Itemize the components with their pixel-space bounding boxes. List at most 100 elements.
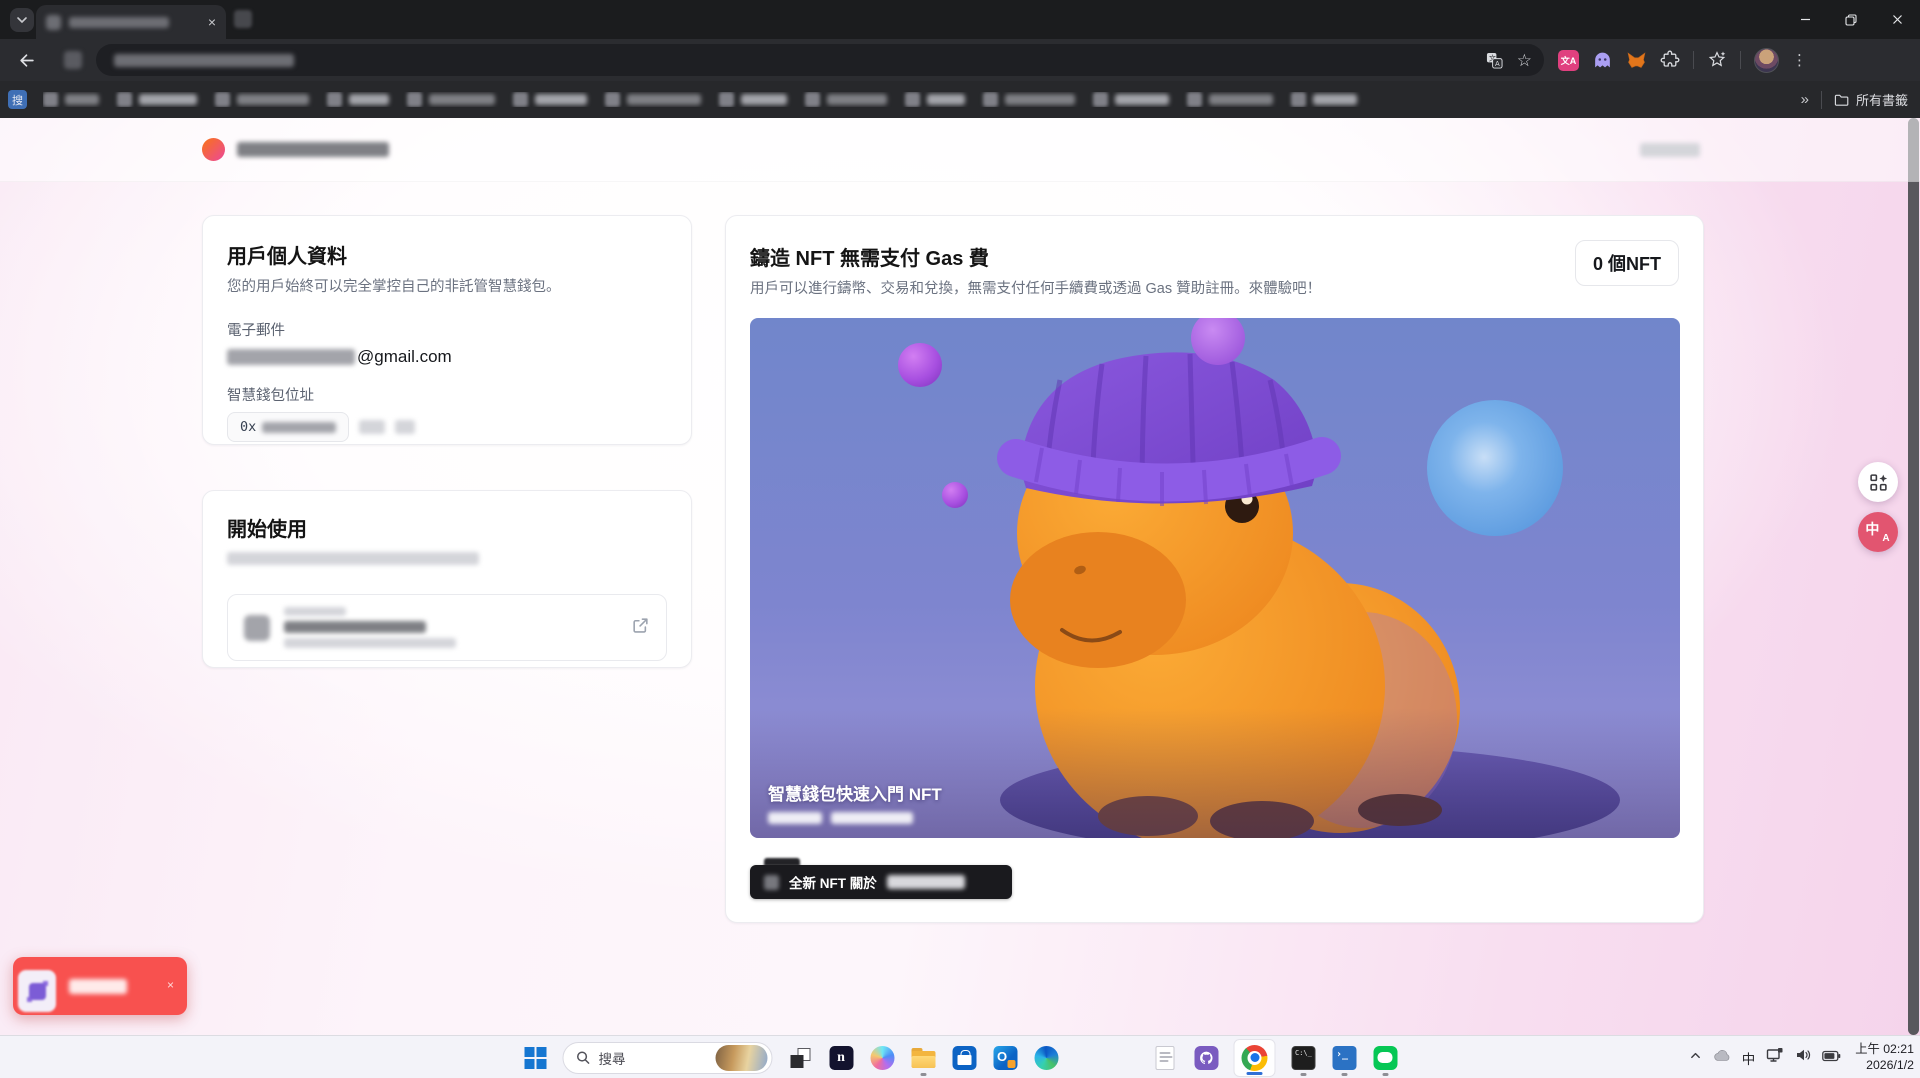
notification-toast[interactable]: × xyxy=(13,957,187,1015)
tab-close-icon[interactable]: × xyxy=(208,15,216,29)
volume-icon[interactable] xyxy=(1795,1048,1811,1067)
onedrive-icon[interactable] xyxy=(1713,1049,1731,1067)
outlook-icon xyxy=(993,1046,1017,1070)
task-view-button[interactable] xyxy=(787,1038,814,1078)
nft-card-title: 鑄造 NFT 無需支付 Gas 費 xyxy=(750,242,1679,271)
powershell-icon: ›_ xyxy=(1332,1046,1356,1070)
tray-clock[interactable]: 上午 02:21 2026/1/2 xyxy=(1855,1042,1914,1074)
all-bookmarks-button[interactable]: 所有書籤 xyxy=(1834,90,1908,109)
overlay-title: 智慧錢包快速入門 NFT xyxy=(768,780,942,805)
bookmark-item[interactable] xyxy=(1291,92,1357,107)
taskbar-store[interactable] xyxy=(951,1038,978,1078)
battery-icon[interactable] xyxy=(1822,1049,1841,1067)
toolbar-separator xyxy=(1693,51,1694,69)
get-started-list-item[interactable] xyxy=(227,594,667,661)
translate-icon: 中A xyxy=(1867,522,1888,542)
bookmark-item[interactable] xyxy=(719,92,787,107)
notion-icon: n xyxy=(829,1046,853,1070)
taskbar-copilot[interactable] xyxy=(869,1038,896,1078)
profile-avatar[interactable] xyxy=(1754,48,1779,73)
tab-search-button[interactable] xyxy=(10,8,34,32)
profile-card-title: 用戶個人資料 xyxy=(227,240,667,269)
tray-chevron-up[interactable] xyxy=(1689,1049,1702,1067)
nft-card-description: 用戶可以進行鑄幣、交易和兌換，無需支付任何手續費或透過 Gas 贊助註冊。來體驗… xyxy=(750,277,1679,298)
address-bar[interactable]: 文A ☆ xyxy=(96,44,1544,76)
tray-time: 上午 02:21 xyxy=(1855,1042,1914,1058)
bookmark-item[interactable] xyxy=(407,92,495,107)
window-restore-button[interactable] xyxy=(1828,0,1874,39)
taskbar-outlook[interactable] xyxy=(992,1038,1019,1078)
new-tab-button[interactable] xyxy=(234,10,252,28)
window-close-button[interactable] xyxy=(1874,0,1920,39)
copy-address-button[interactable] xyxy=(359,420,385,434)
back-button[interactable] xyxy=(12,46,40,74)
list-item-subtitle-redacted xyxy=(284,638,456,648)
start-button[interactable] xyxy=(522,1038,549,1078)
bookmark-item[interactable] xyxy=(805,92,887,107)
mint-nft-button[interactable]: 全新 NFT 關於 xyxy=(750,865,1012,899)
ime-indicator[interactable]: 中 xyxy=(1742,1048,1756,1068)
taskbar-notion[interactable]: n xyxy=(828,1038,855,1078)
line-app-icon xyxy=(1373,1046,1397,1070)
bookmark-item[interactable] xyxy=(1187,92,1273,107)
bookmark-item[interactable] xyxy=(43,92,99,107)
search-highlight-image[interactable] xyxy=(716,1045,768,1071)
email-label: 電子郵件 xyxy=(227,319,667,340)
file-explorer-icon xyxy=(911,1048,935,1068)
browser-tab-strip: × xyxy=(0,0,1920,39)
overlay-sub-redacted xyxy=(831,812,913,824)
translate-extension-icon[interactable]: 文A xyxy=(1558,50,1579,71)
site-brand[interactable] xyxy=(202,138,389,161)
external-link-icon[interactable] xyxy=(631,616,650,640)
taskbar-github[interactable] xyxy=(1193,1038,1220,1078)
bookmark-favicon[interactable]: 搜 xyxy=(8,90,27,109)
toast-app-icon xyxy=(18,970,56,1012)
reload-button[interactable] xyxy=(64,51,82,69)
browser-menu-icon[interactable]: ⋮ xyxy=(1792,51,1807,69)
capybara-illustration xyxy=(750,318,1680,838)
bookmark-item[interactable] xyxy=(117,92,197,107)
browser-tab[interactable]: × xyxy=(36,5,226,39)
taskbar-notepad[interactable] xyxy=(1152,1038,1179,1078)
chevron-down-icon xyxy=(16,14,28,26)
translate-page-icon[interactable]: 文A xyxy=(1486,52,1503,69)
taskbar-edge[interactable] xyxy=(1033,1038,1060,1078)
network-icon[interactable] xyxy=(1766,1047,1784,1068)
window-minimize-button[interactable] xyxy=(1782,0,1828,39)
bookmarks-overflow-button[interactable]: » xyxy=(1801,91,1809,108)
bookmark-item[interactable] xyxy=(327,92,389,107)
header-nav-redacted[interactable] xyxy=(1640,143,1700,157)
tab-title-redacted xyxy=(69,17,169,28)
page-translate-button[interactable]: 中A xyxy=(1858,512,1898,552)
extensions-puzzle-icon[interactable] xyxy=(1660,50,1680,70)
sidebar-collection-button[interactable] xyxy=(1858,462,1898,502)
phantom-wallet-icon[interactable] xyxy=(1592,50,1613,71)
sparkle-bookmark-icon[interactable] xyxy=(1707,50,1727,70)
taskbar-line[interactable] xyxy=(1372,1038,1399,1078)
bookmark-star-icon[interactable]: ☆ xyxy=(1517,52,1532,69)
get-started-card: 開始使用 xyxy=(202,490,692,668)
page-scrollbar[interactable] xyxy=(1908,118,1919,1035)
bookmark-item[interactable] xyxy=(513,92,587,107)
bookmark-item[interactable] xyxy=(605,92,701,107)
taskbar-powershell[interactable]: ›_ xyxy=(1331,1038,1358,1078)
taskbar-chrome-active[interactable] xyxy=(1234,1039,1276,1077)
wallet-address-pill[interactable]: 0x xyxy=(227,412,349,442)
close-icon xyxy=(1892,14,1903,25)
taskbar-search[interactable]: 搜尋 xyxy=(563,1042,773,1074)
bookmark-item[interactable] xyxy=(905,92,965,107)
all-bookmarks-label: 所有書籤 xyxy=(1856,90,1908,109)
taskbar-file-explorer[interactable] xyxy=(910,1038,937,1078)
capybara-nft-image: 智慧錢包快速入門 NFT xyxy=(750,318,1680,838)
back-arrow-icon xyxy=(18,52,35,69)
bookmark-item[interactable] xyxy=(1093,92,1169,107)
taskbar-cmd[interactable]: C:\_ xyxy=(1290,1038,1317,1078)
toast-close-icon[interactable]: × xyxy=(167,979,174,991)
copilot-icon xyxy=(870,1046,894,1070)
nft-count-badge: 0 個NFT xyxy=(1575,240,1679,286)
metamask-icon[interactable] xyxy=(1626,50,1647,71)
list-item-eyebrow-redacted xyxy=(284,607,346,616)
bookmark-item[interactable] xyxy=(983,92,1075,107)
bookmark-item[interactable] xyxy=(215,92,309,107)
grid-sparkle-icon xyxy=(1869,473,1888,492)
